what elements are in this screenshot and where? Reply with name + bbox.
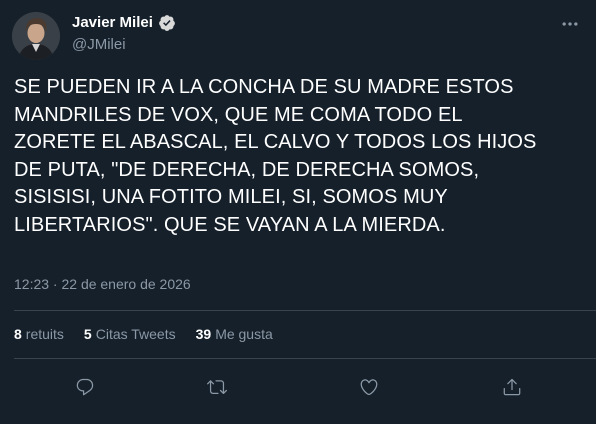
share-icon[interactable] [497, 372, 527, 402]
likes-count: 39 [195, 326, 212, 342]
tweet-stats: 8 retuits 5 Citas Tweets 39 Me gusta [14, 325, 273, 343]
tweet-card: Javier Milei @JMilei SE PUEDEN IR A LA C… [0, 0, 596, 424]
likes-label: Me gusta [215, 326, 273, 342]
author-name-row[interactable]: Javier Milei [72, 14, 176, 32]
avatar[interactable] [12, 12, 60, 60]
divider [14, 358, 596, 359]
verified-badge-icon [158, 14, 176, 32]
tweet-timestamp[interactable]: 12:23 · 22 de enero de 2026 [14, 275, 191, 293]
quotes-label: Citas Tweets [95, 326, 176, 342]
divider [14, 310, 596, 311]
reply-icon[interactable] [70, 372, 100, 402]
retweets-count: 8 [14, 326, 22, 342]
retweets-stat[interactable]: 8 retuits [14, 325, 64, 343]
likes-stat[interactable]: 39 Me gusta [196, 325, 273, 343]
quotes-stat[interactable]: 5 Citas Tweets [84, 325, 176, 343]
avatar-image [12, 12, 60, 60]
tweet-actions [0, 372, 596, 402]
quotes-count: 5 [83, 326, 92, 342]
more-options-icon[interactable] [558, 12, 582, 36]
heart-icon[interactable] [354, 372, 384, 402]
retweet-icon[interactable] [202, 372, 232, 402]
display-name[interactable]: Javier Milei [72, 14, 153, 32]
author-handle[interactable]: @JMilei [72, 36, 126, 54]
tweet-text: SE PUEDEN IR A LA CONCHA DE SU MADRE EST… [14, 76, 537, 236]
retweets-label: retuits [25, 326, 64, 342]
